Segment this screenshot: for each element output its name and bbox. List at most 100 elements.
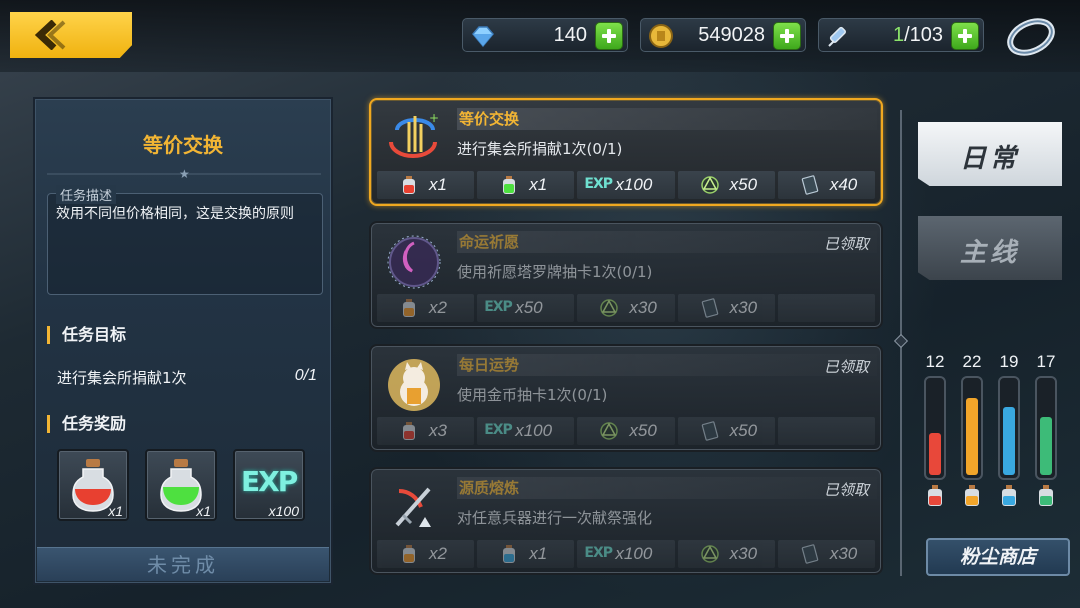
gem-value: 140 <box>553 24 587 46</box>
green-potion-icon <box>1039 485 1053 506</box>
reward-item: x30 <box>677 294 775 322</box>
reward-qty: x3 <box>429 421 447 440</box>
syringe-icon <box>828 26 846 47</box>
reward-qty: x100 <box>268 503 299 519</box>
potion-meter-red <box>924 376 946 480</box>
ring-menu-icon[interactable] <box>1004 14 1058 60</box>
add-stamina-button[interactable] <box>951 22 979 50</box>
claimed-status: 已领取 <box>823 481 869 499</box>
rune-icon <box>600 422 619 440</box>
reward-item: x40 <box>777 171 876 199</box>
task-reward-row: x1 x1 EXP x100 x50 x40 <box>377 171 876 199</box>
blue-potion-icon <box>503 545 516 563</box>
tab-main-label: 主线 <box>959 238 1020 268</box>
task-title: 命运祈愿 <box>457 231 877 253</box>
svg-text:+: + <box>429 111 439 125</box>
meter-fill <box>1040 417 1052 475</box>
reward-qty: x50 <box>729 175 758 194</box>
goal-progress: 0/1 <box>294 367 317 384</box>
task-title: 等价交换 <box>457 108 877 130</box>
meter-fill <box>929 433 941 475</box>
tarot-moon-icon <box>387 235 441 289</box>
red-potion-icon <box>928 485 942 506</box>
divider-star-icon: ★ <box>179 167 190 181</box>
dust-shop-button[interactable]: 粉尘商店 <box>926 538 1070 576</box>
stamina-current: 1 <box>892 24 905 46</box>
stamina-max: /103 <box>904 24 943 46</box>
reward-qty: x1 <box>529 544 548 563</box>
task-detail-title: 等价交换 <box>143 133 223 157</box>
task-card-daily-fortune[interactable]: 每日运势 已领取 使用金币抽卡1次(0/1) x3 EXP x100 x50 x… <box>369 344 883 452</box>
reward-qty: x1 <box>108 503 123 519</box>
reward-qty: x50 <box>629 421 657 440</box>
reward-item-empty <box>777 294 876 322</box>
goal-text: 进行集会所捐献1次 <box>57 369 187 387</box>
reward-qty: x2 <box>429 544 447 563</box>
gem-icon <box>472 26 494 48</box>
reward-qty: x30 <box>829 544 858 563</box>
task-detail-panel: 等价交换 ★ 任务描述 效用不同但价格相同，这是交换的原则 任务目标 进行集会所… <box>33 97 333 585</box>
dust-card-icon <box>801 544 819 564</box>
reward-slot[interactable]: x1 <box>145 449 217 521</box>
reward-qty: x30 <box>729 544 758 563</box>
reward-qty: x30 <box>629 298 657 317</box>
tab-main-story[interactable]: 主线 <box>918 216 1062 280</box>
reward-qty: x1 <box>529 175 548 194</box>
meter-value-orange: 22 <box>962 352 982 371</box>
reward-item: EXP x50 <box>477 294 575 322</box>
reward-item-empty <box>777 417 876 445</box>
incomplete-status-button[interactable]: 未完成 <box>37 547 329 581</box>
back-button[interactable] <box>10 12 132 58</box>
blue-potion-icon <box>1002 485 1016 506</box>
reward-item: x50 <box>577 417 675 445</box>
task-desc: 对任意兵器进行一次献祭强化 <box>457 509 653 527</box>
reward-item: EXP x100 <box>577 171 675 199</box>
rune-icon <box>700 545 719 563</box>
exp-icon: EXP <box>241 465 298 498</box>
potion-meter-green <box>1035 376 1057 480</box>
reward-qty: x1 <box>196 503 211 519</box>
description-label: 任务描述 <box>56 185 117 204</box>
dust-card-icon <box>801 175 819 195</box>
dust-card-icon <box>701 421 718 441</box>
coin-counter: 549028 <box>640 18 806 52</box>
scrollbar-knob[interactable] <box>893 333 909 349</box>
description-text: 效用不同但价格相同，这是交换的原则 <box>56 206 294 222</box>
task-desc: 使用金币抽卡1次(0/1) <box>457 386 608 404</box>
reward-item: x2 <box>377 540 475 568</box>
reward-slot[interactable]: EXP x100 <box>233 449 305 521</box>
reward-qty: x100 <box>615 544 653 563</box>
task-desc: 使用祈愿塔罗牌抽卡1次(0/1) <box>457 263 653 281</box>
task-card-fate-prayer[interactable]: 命运祈愿 已领取 使用祈愿塔罗牌抽卡1次(0/1) x2 EXP x50 x30… <box>369 221 883 329</box>
task-card-source-smelting[interactable]: 源质熔炼 已领取 对任意兵器进行一次献祭强化 x2 x1 EXP x100 x3… <box>369 467 883 575</box>
reward-item: x30 <box>677 540 775 568</box>
reward-item: x3 <box>377 417 475 445</box>
description-box: 任务描述 效用不同但价格相同，这是交换的原则 <box>47 185 323 295</box>
potion-meter-orange <box>961 376 983 480</box>
coin-icon <box>649 24 673 48</box>
task-title: 每日运势 <box>457 354 877 376</box>
task-reward-row: x2 EXP x50 x30 x30 <box>377 294 876 322</box>
orange-potion-icon <box>403 299 415 317</box>
tab-daily[interactable]: 日常 <box>918 122 1062 186</box>
reward-slot[interactable]: x1 <box>57 449 129 521</box>
task-card-equal-exchange[interactable]: + 等价交换 进行集会所捐献1次(0/1) x1 x1 EXP x100 x50… <box>369 98 883 206</box>
exp-icon: EXP <box>584 545 613 561</box>
red-potion-icon <box>403 176 415 194</box>
exp-icon: EXP <box>484 299 513 315</box>
task-reward-row: x2 x1 EXP x100 x30 x30 <box>377 540 876 568</box>
reward-qty: x1 <box>429 175 447 194</box>
tab-daily-label: 日常 <box>959 144 1020 174</box>
reward-heading: 任务奖励 <box>47 415 126 433</box>
reward-qty: x100 <box>615 175 653 194</box>
add-gems-button[interactable] <box>595 22 623 50</box>
reward-qty: x30 <box>729 298 758 317</box>
reward-qty: x50 <box>515 298 543 317</box>
reward-item: x1 <box>377 171 475 199</box>
coin-value: 549028 <box>698 24 765 46</box>
reward-item: x50 <box>677 171 775 199</box>
add-coins-button[interactable] <box>773 22 801 50</box>
back-arrow-icon <box>34 20 66 50</box>
task-desc: 进行集会所捐献1次(0/1) <box>457 140 623 158</box>
meter-fill <box>1003 407 1015 475</box>
